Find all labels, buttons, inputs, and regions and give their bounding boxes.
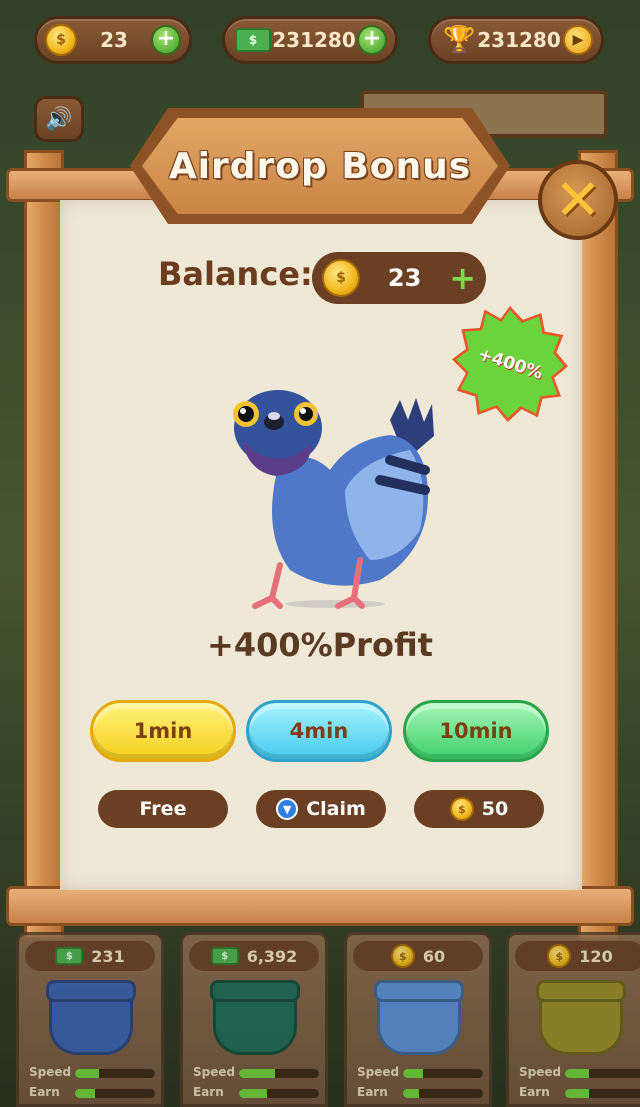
speed-bar-fill [239,1069,275,1078]
cash-balance-pill: $ 231280 + [222,16,398,64]
earn-label: Earn [193,1085,224,1099]
pot-image [46,980,136,1055]
speed-label: Speed [29,1065,72,1079]
card-price: $120 [515,941,640,971]
coin-icon: $ [45,24,77,56]
option-10min-label: 10min [439,719,513,743]
speed-bar [239,1069,319,1078]
shop-card[interactable]: $231 Speed Earn [16,932,164,1107]
close-icon: ✕ [554,167,602,233]
claim-button[interactable]: ▼ Claim [256,790,386,828]
coin-balance-value: 23 [100,28,128,52]
speed-label: Speed [193,1065,236,1079]
balance-label: Balance: [158,255,313,293]
card-price-value: 231 [91,946,125,966]
free-button[interactable]: Free [98,790,228,828]
card-price: $231 [25,941,155,971]
add-coins-button[interactable]: + [151,25,181,55]
speed-bar [565,1069,640,1078]
option-4min-button[interactable]: 4min [246,700,392,762]
coin-icon: $ [390,944,415,968]
profit-text: +400%Profit [207,626,433,664]
earn-bar-fill [75,1089,95,1098]
earn-bar-fill [565,1089,589,1098]
earn-bar [75,1089,155,1098]
coin-icon: $ [547,944,572,968]
speed-bar [75,1069,155,1078]
earn-bar-fill [403,1089,419,1098]
speaker-icon: 🔊 [45,106,73,132]
speed-bar-fill [403,1069,423,1078]
cash-icon: $ [55,947,84,965]
add-cash-button[interactable]: + [357,25,387,55]
earn-label: Earn [29,1085,60,1099]
speed-label: Speed [519,1065,562,1079]
coin-cost-button[interactable]: $ 50 [414,790,544,828]
earn-bar [565,1089,640,1098]
frame-bottom [6,886,634,926]
shop-card[interactable]: $6,392 Speed Earn [180,932,328,1107]
earn-bar [239,1089,319,1098]
balance-pill: $ 23 + [312,252,486,304]
claim-label: Claim [306,798,366,820]
speed-bar-fill [565,1069,589,1078]
coin-icon: $ [449,797,474,821]
coin-cost-label: 50 [481,798,509,820]
option-10min-button[interactable]: 10min [403,700,549,762]
earn-label: Earn [519,1085,550,1099]
coin-icon: $ [322,259,360,297]
speed-bar-fill [75,1069,99,1078]
close-button[interactable]: ✕ [538,160,618,240]
speed-bar [403,1069,483,1078]
cash-icon: $ [235,28,271,52]
card-price-value: 120 [579,946,613,966]
earn-bar [403,1089,483,1098]
option-1min-label: 1min [133,719,193,743]
frame-left [24,150,64,940]
trophy-pill: 🏆 231280 ▶ [428,16,604,64]
cash-icon: $ [210,947,239,965]
earn-label: Earn [357,1085,388,1099]
free-label: Free [139,798,187,820]
trophy-icon: 🏆 [443,25,476,55]
play-icon[interactable]: ▶ [563,25,593,55]
speed-label: Speed [357,1065,400,1079]
card-price-value: 6,392 [246,946,298,966]
balance-value: 23 [387,264,422,292]
coin-balance-pill: $ 23 + [34,16,192,64]
cash-balance-value: 231280 [272,28,356,52]
pot-image [374,980,464,1055]
pigeon-illustration [233,390,434,609]
card-price: $6,392 [189,941,319,971]
shop-card[interactable]: $60 Speed Earn [344,932,492,1107]
popup-title: Airdrop Bonus [168,145,472,187]
ton-icon: ▼ [276,798,299,820]
add-balance-button[interactable]: + [449,262,476,294]
earn-bar-fill [239,1089,267,1098]
trophy-value: 231280 [477,28,561,52]
bonus-badge-text: +400% [475,344,545,384]
sound-toggle-button[interactable]: 🔊 [34,96,84,142]
card-price: $60 [353,941,483,971]
pot-image [210,980,300,1055]
card-price-value: 60 [422,946,446,966]
option-4min-label: 4min [289,719,349,743]
title-banner: Airdrop Bonus [142,118,498,214]
frame-right [578,150,618,940]
option-1min-button[interactable]: 1min [90,700,236,762]
shop-card[interactable]: $120 Speed Earn [506,932,640,1107]
pot-image [536,980,626,1055]
